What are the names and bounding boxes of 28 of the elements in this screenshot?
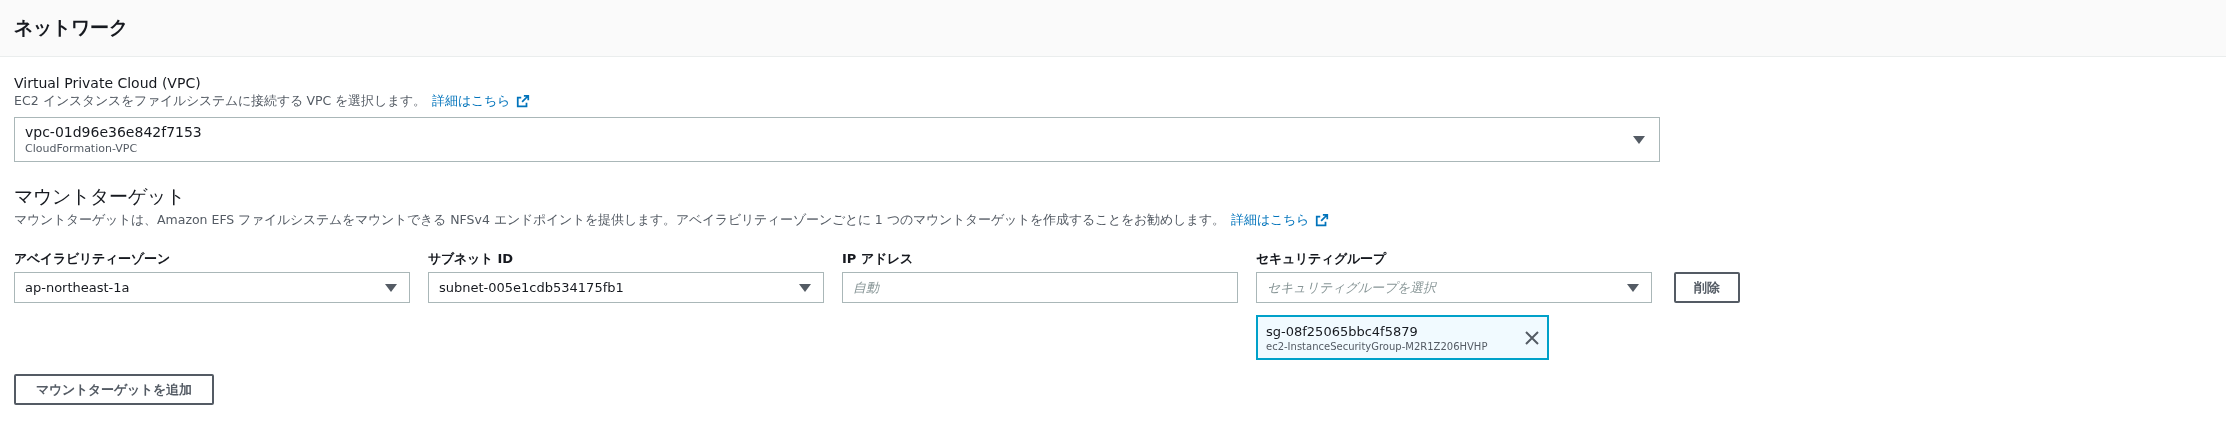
input-field[interactable]: 自動: [842, 272, 1238, 303]
field-label: IP アドレス: [842, 250, 914, 268]
token-description: ec2-InstanceSecurityGroup-M2R1Z206HVHP: [1266, 340, 1488, 352]
selected-value: vpc-01d96e36e842f7153: [25, 124, 202, 140]
section-heading: マウントターゲット: [14, 184, 186, 209]
token-value: sg-08f25065bbc4f5879: [1266, 323, 1419, 339]
select-field[interactable]: ap-northeast-1a: [14, 272, 410, 303]
caret-icon: [1633, 135, 1645, 144]
section-description: マウントターゲットは、Amazon EFS ファイルシステムをマウントできる NFSv4 エンドポイントを提供します。アベイラビリティーゾーンごとに 1 つのマウントターゲットを作成することをお勧めします。: [14, 212, 1225, 228]
select-field[interactable]: subnet-005e1cdb534175fb1: [428, 272, 824, 303]
learn-more-link[interactable]: 詳細はこちら: [1230, 212, 1309, 228]
field-label: Virtual Private Cloud (VPC): [14, 75, 202, 91]
field-description: EC2 インスタンスをファイルシステムに接続する VPC を選択します。: [14, 93, 427, 109]
external-link-icon: [1314, 213, 1329, 227]
external-link-icon: [516, 94, 531, 108]
caret-icon: [799, 283, 811, 292]
field-label: サブネット ID: [428, 250, 515, 268]
learn-more-link[interactable]: 詳細はこちら: [432, 93, 511, 109]
add-mount-target-button[interactable]: マウントターゲットを追加: [14, 374, 214, 405]
caret-icon: [1627, 283, 1639, 292]
panel-title: ネットワーク: [14, 15, 128, 40]
remove-button[interactable]: 削除: [1674, 272, 1740, 303]
vpc-select[interactable]: vpc-01d96e36e842f7153 CloudFormation-VPC: [14, 117, 1660, 162]
field-label: アベイラビリティーゾーン: [14, 250, 171, 268]
field-label: セキュリティグループ: [1256, 250, 1388, 268]
caret-icon: [385, 283, 397, 292]
selected-description: CloudFormation-VPC: [25, 142, 139, 155]
close-icon[interactable]: [1525, 330, 1539, 345]
